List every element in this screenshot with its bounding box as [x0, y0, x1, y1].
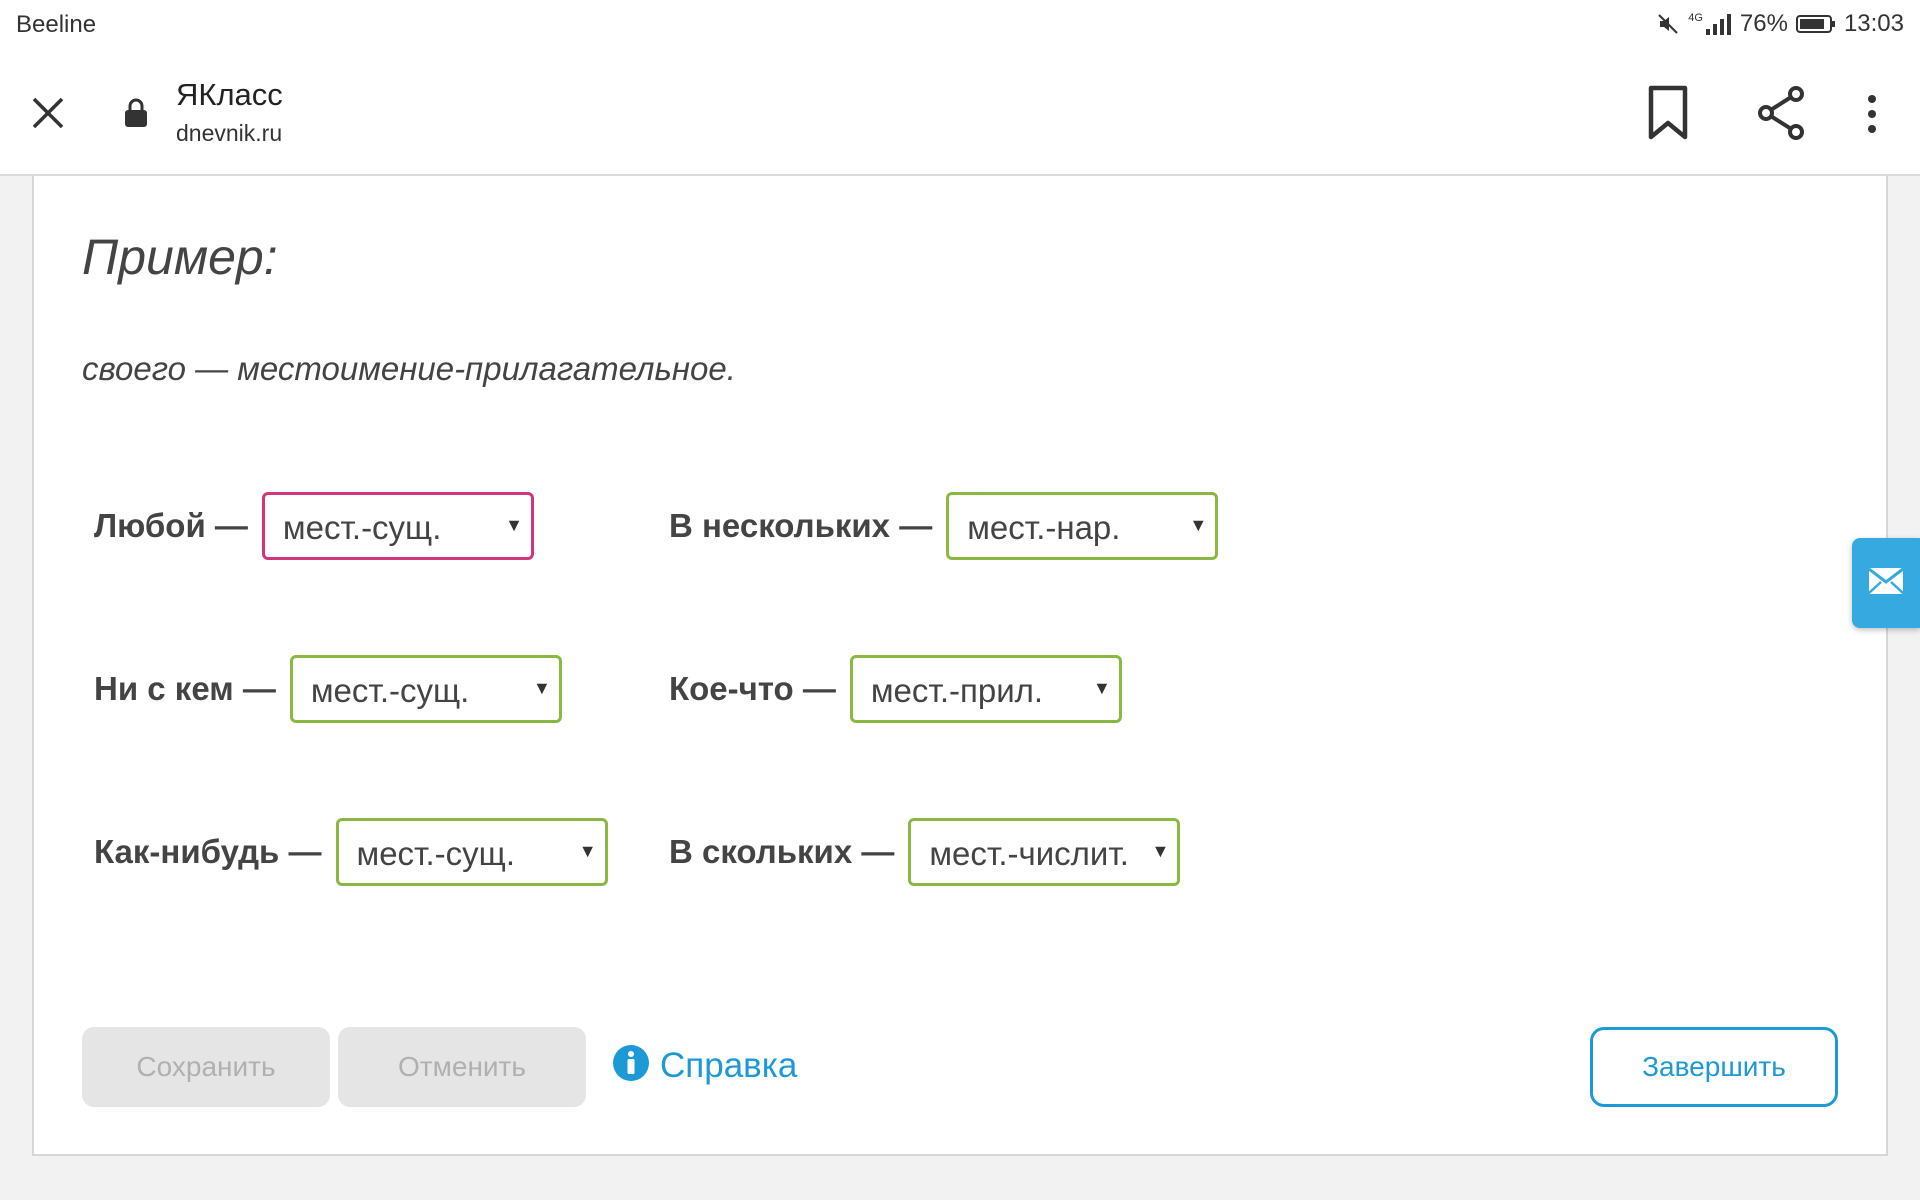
battery-icon — [1795, 14, 1836, 34]
item-label: Кое-что — — [669, 670, 836, 707]
chevron-down-icon: ▼ — [1151, 841, 1170, 861]
chevron-down-icon: ▼ — [1189, 515, 1208, 535]
site-title: ЯКласс — [176, 77, 283, 112]
chevron-down-icon: ▼ — [505, 515, 523, 535]
chevron-down-icon: ▼ — [1093, 678, 1111, 698]
select-value: мест.-прил. — [870, 672, 1044, 709]
signal-icon: 4G — [1688, 13, 1732, 35]
muted-speaker-icon — [1656, 12, 1680, 36]
answer-select-v-skolkikh[interactable]: мест.-числит. ▼ — [908, 818, 1181, 886]
mail-icon — [1868, 567, 1904, 594]
more-vert-icon[interactable] — [1860, 90, 1884, 138]
item-v-skolkikh: В скольких — мест.-числит. ▼ — [669, 818, 1181, 886]
site-url: dnevnik.ru — [176, 120, 283, 146]
answer-select-ni-s-kem[interactable]: мест.-сущ. ▼ — [289, 655, 562, 723]
select-value: мест.-числит. — [929, 835, 1129, 872]
cancel-button[interactable]: Отменить — [338, 1027, 586, 1107]
chevron-down-icon: ▼ — [578, 841, 597, 861]
help-link[interactable]: Справка — [612, 1044, 797, 1087]
item-label: В скольких — — [669, 833, 895, 870]
item-label: Как-нибудь — — [94, 833, 322, 870]
finish-button[interactable]: Завершить — [1590, 1027, 1838, 1107]
lock-icon — [124, 98, 148, 128]
close-icon[interactable] — [28, 93, 68, 133]
chevron-down-icon: ▼ — [533, 678, 551, 698]
select-value: мест.-сущ. — [310, 672, 470, 709]
save-button[interactable]: Сохранить — [82, 1027, 330, 1107]
select-value: мест.-сущ. — [282, 509, 442, 546]
answer-select-kak-nibud[interactable]: мест.-сущ. ▼ — [335, 818, 608, 886]
battery-percent: 76% — [1739, 10, 1788, 37]
item-label: В нескольких — — [669, 507, 933, 544]
example-text: своего — местоимение-прилагательное. — [82, 350, 736, 387]
item-koe-chto: Кое-что — мест.-прил. ▼ — [669, 655, 1122, 723]
feedback-mail-button[interactable] — [1852, 538, 1920, 628]
answer-select-lyuboy[interactable]: мест.-сущ. ▼ — [261, 492, 534, 560]
help-label: Справка — [660, 1045, 798, 1085]
select-value: мест.-сущ. — [356, 835, 515, 872]
answer-select-koe-chto[interactable]: мест.-прил. ▼ — [849, 655, 1122, 723]
bookmark-icon[interactable] — [1646, 85, 1690, 141]
info-icon — [612, 1044, 650, 1087]
share-icon[interactable] — [1754, 84, 1808, 142]
item-lyuboy: Любой — мест.-сущ. ▼ — [94, 492, 534, 560]
answer-select-v-neskolkikh[interactable]: мест.-нар. ▼ — [946, 492, 1219, 560]
status-indicators: 4G 76% 13:03 — [1656, 10, 1904, 38]
status-bar: Beeline 4G 76% 13:03 — [0, 0, 1920, 50]
clock: 13:03 — [1843, 10, 1904, 37]
item-ni-s-kem: Ни с кем — мест.-сущ. ▼ — [94, 655, 562, 723]
select-value: мест.-нар. — [967, 509, 1121, 546]
browser-toolbar: ЯКласс dnevnik.ru — [0, 50, 1920, 176]
item-kak-nibud: Как-нибудь — мест.-сущ. ▼ — [94, 818, 608, 886]
carrier-name: Beeline — [16, 11, 97, 38]
item-label: Ни с кем — — [94, 670, 276, 707]
item-v-neskolkikh: В нескольких — мест.-нар. ▼ — [669, 492, 1219, 560]
item-label: Любой — — [94, 507, 248, 544]
network-type: 4G — [1688, 12, 1703, 24]
example-heading: Пример: — [82, 229, 278, 285]
